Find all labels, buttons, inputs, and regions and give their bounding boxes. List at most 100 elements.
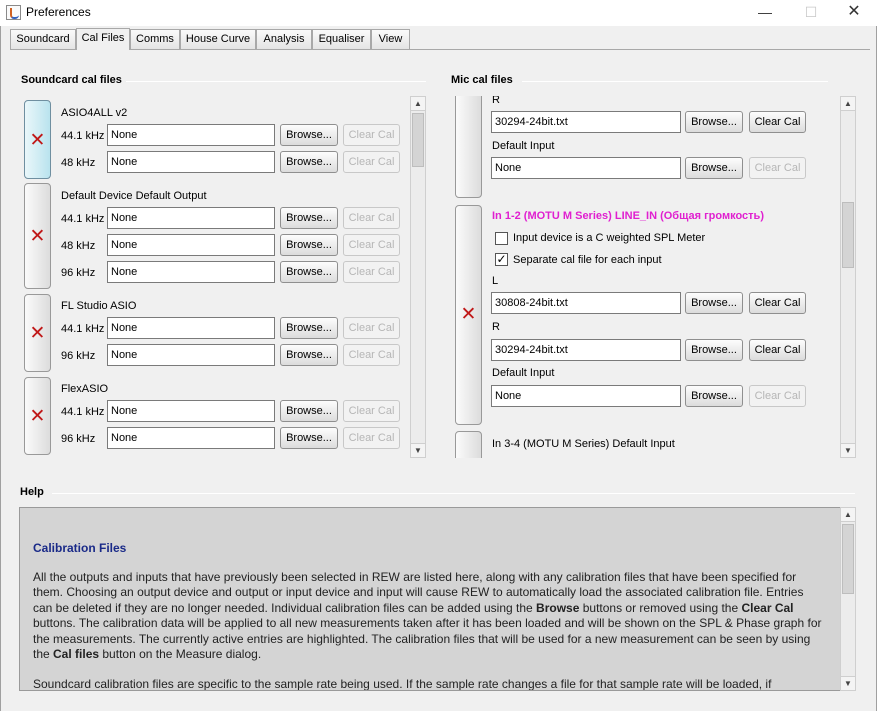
delete-x-icon: ✕: [29, 129, 46, 151]
help-heading: Calibration Files: [33, 541, 127, 555]
help-paragraph: All the outputs and inputs that have pre…: [33, 570, 823, 662]
clear-cal-button[interactable]: Clear Cal: [343, 427, 400, 449]
cal-file-field[interactable]: None: [107, 151, 275, 173]
cal-file-field[interactable]: None: [107, 344, 275, 366]
clear-cal-button[interactable]: Clear Cal: [343, 400, 400, 422]
clear-cal-button[interactable]: Clear Cal: [343, 151, 400, 173]
scroll-down-arrow-icon[interactable]: ▼: [841, 676, 855, 690]
scroll-down-arrow-icon[interactable]: ▼: [411, 443, 425, 457]
browse-button[interactable]: Browse...: [280, 234, 338, 256]
soundcard-list: ✕ ASIO4ALL v2 44.1 kHz None Browse... Cl…: [20, 96, 409, 458]
browse-button[interactable]: Browse...: [280, 207, 338, 229]
browse-button[interactable]: Browse...: [280, 261, 338, 283]
browse-button[interactable]: Browse...: [685, 157, 743, 179]
delete-x-icon: ✕: [29, 405, 46, 427]
java-app-icon: [6, 5, 21, 20]
close-button[interactable]: ✕: [831, 0, 877, 26]
cal-file-field[interactable]: None: [107, 207, 275, 229]
browse-button[interactable]: Browse...: [685, 292, 743, 314]
help-scrollbar[interactable]: ▲ ▼: [840, 507, 856, 691]
section-separator: [126, 81, 426, 82]
c-weighted-checkbox[interactable]: [495, 232, 508, 245]
cal-file-field[interactable]: None: [107, 234, 275, 256]
browse-button[interactable]: Browse...: [685, 111, 743, 133]
scrollbar-thumb[interactable]: [842, 202, 854, 268]
clear-cal-button[interactable]: Clear Cal: [343, 234, 400, 256]
delete-x-icon: ✕: [29, 322, 46, 344]
cal-file-field[interactable]: 30808-24bit.txt: [491, 292, 681, 314]
sample-rate-label: 96 kHz: [61, 267, 96, 279]
browse-button[interactable]: Browse...: [280, 344, 338, 366]
browse-button[interactable]: Browse...: [280, 317, 338, 339]
scroll-down-arrow-icon[interactable]: ▼: [841, 443, 855, 457]
browse-button[interactable]: Browse...: [685, 339, 743, 361]
tab-view[interactable]: View: [371, 29, 410, 49]
cal-file-field[interactable]: None: [107, 400, 275, 422]
tab-house-curve[interactable]: House Curve: [180, 29, 256, 49]
delete-entry-button[interactable]: ✕: [24, 377, 51, 455]
clear-cal-button[interactable]: Clear Cal: [749, 111, 806, 133]
delete-entry-button[interactable]: [455, 96, 482, 198]
cal-file-field[interactable]: None: [107, 124, 275, 146]
tab-soundcard[interactable]: Soundcard: [10, 29, 76, 49]
scrollbar-thumb[interactable]: [842, 524, 854, 594]
separate-cal-label: Separate cal file for each input: [513, 254, 662, 266]
scroll-up-arrow-icon[interactable]: ▲: [841, 508, 855, 522]
clear-cal-button[interactable]: Clear Cal: [343, 261, 400, 283]
sample-rate-label: 48 kHz: [61, 157, 96, 169]
delete-entry-button[interactable]: ✕: [455, 205, 482, 425]
scroll-up-arrow-icon[interactable]: ▲: [841, 97, 855, 111]
device-name: ASIO4ALL v2: [61, 107, 128, 119]
cal-file-field[interactable]: None: [491, 157, 681, 179]
soundcard-entry: ✕ FL Studio ASIO 44.1 kHz None Browse...…: [20, 293, 409, 376]
clear-cal-button[interactable]: Clear Cal: [343, 207, 400, 229]
channel-label: R: [492, 96, 500, 106]
section-separator: [522, 81, 828, 82]
scrollbar-thumb[interactable]: [412, 113, 424, 167]
cal-file-field[interactable]: 30294-24bit.txt: [491, 111, 681, 133]
clear-cal-button[interactable]: Clear Cal: [749, 292, 806, 314]
browse-button[interactable]: Browse...: [685, 385, 743, 407]
clear-cal-button[interactable]: Clear Cal: [749, 339, 806, 361]
browse-button[interactable]: Browse...: [280, 427, 338, 449]
mic-list-scrollbar[interactable]: ▲ ▼: [840, 96, 856, 458]
clear-cal-button[interactable]: Clear Cal: [749, 385, 806, 407]
clear-cal-button[interactable]: Clear Cal: [343, 344, 400, 366]
delete-x-icon: ✕: [460, 303, 477, 325]
clear-cal-button[interactable]: Clear Cal: [343, 124, 400, 146]
scroll-up-arrow-icon[interactable]: ▲: [411, 97, 425, 111]
minimize-button[interactable]: —: [742, 0, 788, 26]
tab-equaliser[interactable]: Equaliser: [312, 29, 371, 49]
cal-file-field[interactable]: None: [107, 261, 275, 283]
cal-file-field[interactable]: 30294-24bit.txt: [491, 339, 681, 361]
separate-cal-checkbox[interactable]: ✓: [495, 253, 508, 266]
browse-button[interactable]: Browse...: [280, 151, 338, 173]
device-name: FL Studio ASIO: [61, 300, 137, 312]
sample-rate-label: 44.1 kHz: [61, 213, 105, 225]
cal-file-field[interactable]: None: [107, 427, 275, 449]
channel-label: R: [492, 321, 500, 333]
cal-file-field[interactable]: None: [491, 385, 681, 407]
title-bar: Preferences — ☐ ✕: [0, 0, 877, 26]
tab-analysis[interactable]: Analysis: [256, 29, 312, 49]
tab-cal-files[interactable]: Cal Files: [76, 28, 130, 50]
clear-cal-button[interactable]: Clear Cal: [749, 157, 806, 179]
help-body: All the outputs and inputs that have pre…: [33, 570, 823, 690]
browse-button[interactable]: Browse...: [280, 124, 338, 146]
c-weighted-label: Input device is a C weighted SPL Meter: [513, 232, 706, 244]
delete-entry-button[interactable]: ✕: [24, 183, 51, 289]
soundcard-entry: ✕ Default Device Default Output 44.1 kHz…: [20, 182, 409, 293]
soundcard-cal-files-title: Soundcard cal files: [21, 74, 122, 86]
sample-rate-label: 48 kHz: [61, 240, 96, 252]
sample-rate-label: 96 kHz: [61, 350, 96, 362]
soundcard-list-scrollbar[interactable]: ▲ ▼: [410, 96, 426, 458]
browse-button[interactable]: Browse...: [280, 400, 338, 422]
delete-entry-button[interactable]: [455, 431, 482, 458]
delete-entry-button[interactable]: ✕: [24, 100, 51, 179]
tab-comms[interactable]: Comms: [130, 29, 180, 49]
cal-file-field[interactable]: None: [107, 317, 275, 339]
soundcard-entry: ✕ FlexASIO 44.1 kHz None Browse... Clear…: [20, 376, 409, 458]
clear-cal-button[interactable]: Clear Cal: [343, 317, 400, 339]
delete-entry-button[interactable]: ✕: [24, 294, 51, 372]
mic-cal-files-title: Mic cal files: [451, 74, 513, 86]
